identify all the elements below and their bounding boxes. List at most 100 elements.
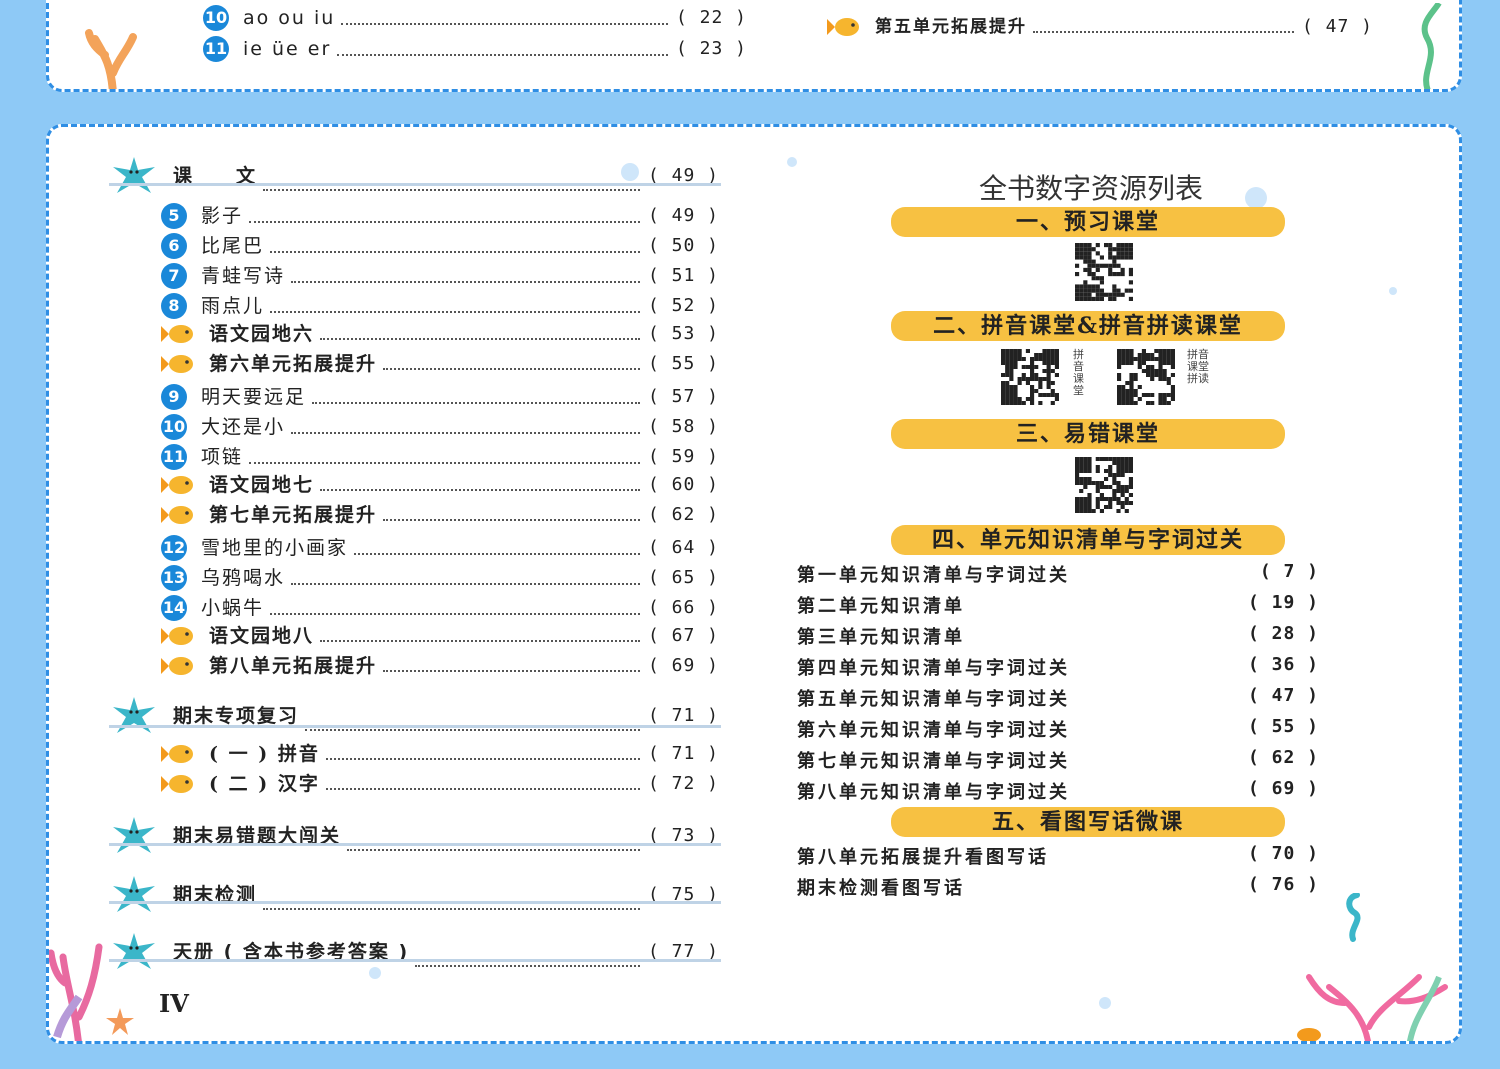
unit-knowledge-row[interactable]: 第二单元知识清单 ( 19 ) [797,592,1319,618]
unit-knowledge-label: 第七单元知识清单与字词过关 [797,751,1070,772]
unit-knowledge-label: 第六单元知识清单与字词过关 [797,720,1070,741]
dot-leader [1033,30,1294,33]
toc-row-label: 雪地里的小画家 [201,537,349,559]
toc-row[interactable]: 期末易错题大闯关( 73 ) [109,815,719,857]
toc-row[interactable]: 6 比尾巴 ( 50 ) [161,233,719,259]
fish-icon [827,18,859,36]
toc-row[interactable]: 12 雪地里的小画家 ( 64 ) [161,535,719,561]
unit-knowledge-row[interactable]: 第一单元知识清单与字词过关 ( 7 ) [797,561,1319,587]
toc-row[interactable]: 第七单元拓展提升 ( 62 ) [161,503,719,527]
dot-leader [341,22,668,25]
qr-code-preview[interactable] [1075,243,1133,301]
dot-leader [320,488,640,491]
dot-leader [270,250,640,253]
toc-row[interactable]: ( 一 ) 拼音 ( 71 ) [161,742,719,766]
toc-row-label: 第五单元拓展提升 [875,17,1027,37]
toc-row-label: 第八单元拓展提升 [209,655,378,677]
dot-leader [320,639,640,642]
toc-row[interactable]: 语文园地八 ( 67 ) [161,624,719,648]
toc-row[interactable]: 7 青蛙写诗 ( 51 ) [161,263,719,289]
unit-knowledge-label: 第五单元知识清单与字词过关 [797,689,1070,710]
dot-leader [325,787,640,790]
section-divider [109,959,721,962]
starfish-decoration [106,1008,134,1035]
toc-page-number: ( 72 ) [647,773,719,794]
starfish-icon [109,695,159,737]
toc-row-label: 项链 [201,446,244,468]
top-toc-row[interactable]: 10 ao ou iu ( 22 ) [203,5,747,31]
toc-row-label: ao ou iu [243,7,336,29]
qr-code-errors[interactable] [1075,457,1133,513]
page-number: IV [159,989,189,1018]
lesson-number-badge: 7 [161,263,187,289]
toc-row[interactable]: 期末检测( 75 ) [109,874,719,916]
toc-row[interactable]: 语文园地七 ( 60 ) [161,473,719,497]
dot-leader [305,728,640,731]
toc-page-number: ( 62 ) [647,504,719,525]
top-toc-row[interactable]: 11 ie üe er ( 23 ) [203,36,747,62]
dot-leader [291,582,640,585]
bubble-decoration [787,157,797,167]
contents-page-panel: 课 文( 49 ) 5 影子 ( 49 ) 6 比尾巴 ( 50 ) 7 青蛙写诗 ( 51 ) 8… [46,124,1462,1044]
toc-row[interactable]: ( 二 ) 汉字 ( 72 ) [161,772,719,796]
toc-row[interactable]: 第六单元拓展提升 ( 55 ) [161,352,719,376]
toc-row[interactable]: 第八单元拓展提升 ( 69 ) [161,654,719,678]
unit-knowledge-row[interactable]: 第五单元知识清单与字词过关 ( 47 ) [797,685,1319,711]
toc-row[interactable]: 11 项链 ( 59 ) [161,444,719,470]
toc-page-number: ( 53 ) [647,323,719,344]
top-toc-row[interactable]: 第五单元拓展提升 ( 47 ) [827,15,1373,39]
unit-knowledge-page: ( 55 ) [1247,716,1319,737]
toc-row[interactable]: 13 乌鸦喝水 ( 65 ) [161,565,719,591]
resource-section-band: 三、易错课堂 [891,419,1285,449]
fish-icon [161,624,195,648]
toc-row-label: 明天要远足 [201,386,307,408]
dot-leader [291,280,640,283]
toc-page-number: ( 69 ) [647,655,719,676]
toc-row-label: ( 二 ) 汉字 [209,773,320,795]
resource-section-band: 五、看图写话微课 [891,807,1285,837]
toc-row[interactable]: 10 大还是小 ( 58 ) [161,414,719,440]
picture-writing-row[interactable]: 第八单元拓展提升看图写话 ( 70 ) [797,843,1319,869]
picture-writing-page: ( 70 ) [1247,843,1319,864]
toc-row[interactable]: 14 小蜗牛 ( 66 ) [161,595,719,621]
unit-knowledge-label: 第四单元知识清单与字词过关 [797,658,1070,679]
unit-knowledge-page: ( 62 ) [1247,747,1319,768]
fish-icon [161,654,195,678]
dot-leader [383,367,640,370]
resources-title: 全书数字资源列表 [978,172,1203,205]
toc-row[interactable]: 8 雨点儿 ( 52 ) [161,293,719,319]
picture-writing-label: 第八单元拓展提升看图写话 [797,847,1049,868]
dot-leader [325,757,640,760]
toc-page-number: ( 67 ) [647,625,719,646]
picture-writing-row[interactable]: 期末检测看图写话 ( 76 ) [797,874,1319,900]
resource-section-band: 一、预习课堂 [891,207,1285,237]
unit-knowledge-label: 第二单元知识清单 [797,596,965,617]
qr-code-pinyin-reading[interactable] [1117,349,1175,405]
dot-leader [320,337,640,340]
lesson-number-badge: 5 [161,203,187,229]
unit-knowledge-row[interactable]: 第八单元知识清单与字词过关 ( 69 ) [797,778,1319,804]
unit-knowledge-row[interactable]: 第四单元知识清单与字词过关 ( 36 ) [797,654,1319,680]
picture-writing-page: ( 76 ) [1247,874,1319,895]
unit-knowledge-page: ( 19 ) [1247,592,1319,613]
unit-knowledge-row[interactable]: 第七单元知识清单与字词过关 ( 62 ) [797,747,1319,773]
dot-leader [383,518,640,521]
starfish-icon [109,815,159,857]
toc-page-number: ( 23 ) [675,38,747,59]
toc-row[interactable]: 9 明天要远足 ( 57 ) [161,384,719,410]
unit-knowledge-row[interactable]: 第三单元知识清单 ( 28 ) [797,623,1319,649]
unit-knowledge-row[interactable]: 第六单元知识清单与字词过关 ( 55 ) [797,716,1319,742]
toc-row-label: 比尾巴 [201,235,265,257]
dot-leader [415,964,640,967]
toc-row[interactable]: 期末专项复习( 71 ) [109,695,719,737]
lesson-number-badge: 10 [161,414,187,440]
toc-page-number: ( 64 ) [647,537,719,558]
lesson-number-badge: 11 [203,36,229,62]
toc-row[interactable]: 天册 ( 含本书参考答案 )( 77 ) [109,931,719,973]
toc-row[interactable]: 语文园地六 ( 53 ) [161,322,719,346]
toc-page-number: ( 59 ) [647,446,719,467]
toc-row[interactable]: 5 影子 ( 49 ) [161,203,719,229]
fish-icon [161,473,195,497]
toc-row[interactable]: 课 文( 49 ) [109,155,719,197]
qr-code-pinyin[interactable] [1001,349,1059,405]
